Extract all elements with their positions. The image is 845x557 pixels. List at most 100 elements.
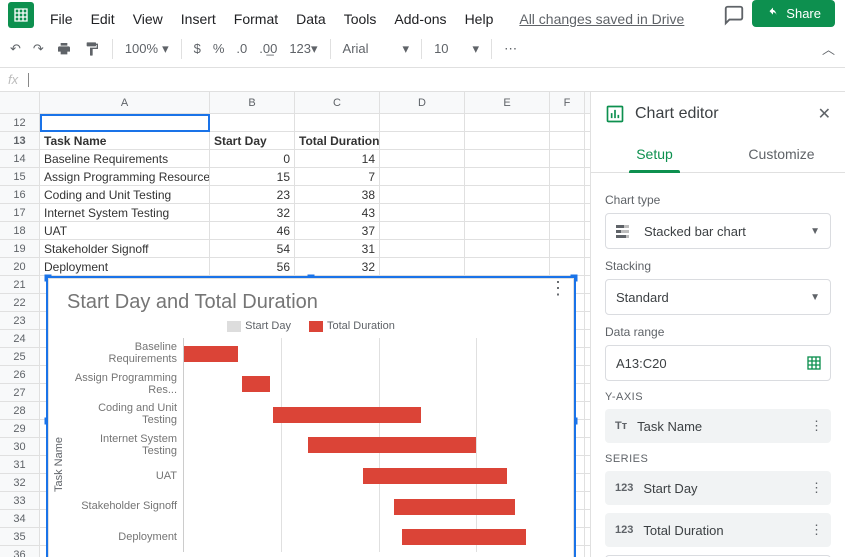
series-field-total-duration[interactable]: 123 Total Duration ⋮ [605,513,831,547]
cell-A17[interactable]: Internet System Testing [40,204,210,221]
cell-E12[interactable] [465,114,550,131]
cell-E16[interactable] [465,186,550,203]
cell-C16[interactable]: 38 [295,186,380,203]
cell-F20[interactable] [550,258,585,275]
cell-B13[interactable]: Start Day [210,132,295,149]
cell-C15[interactable]: 7 [295,168,380,185]
cell-D13[interactable] [380,132,465,149]
cell-C18[interactable]: 37 [295,222,380,239]
cell-C13[interactable]: Total Duration [295,132,380,149]
cell-F17[interactable] [550,204,585,221]
embedded-chart[interactable]: ⋮ Start Day and Total Duration Start Day… [48,278,574,557]
cell-C14[interactable]: 14 [295,150,380,167]
row-header-24[interactable]: 24 [0,330,40,347]
cell-E13[interactable] [465,132,550,149]
number-format-select[interactable]: 123▾ [289,41,317,57]
cell-A15[interactable]: Assign Programming Resources [40,168,210,185]
cell-F19[interactable] [550,240,585,257]
more-icon[interactable]: ⋮ [810,522,823,538]
col-header-e[interactable]: E [465,92,550,113]
row-header-29[interactable]: 29 [0,420,40,437]
row-header-22[interactable]: 22 [0,294,40,311]
cell-E18[interactable] [465,222,550,239]
row-header-26[interactable]: 26 [0,366,40,383]
cell-F15[interactable] [550,168,585,185]
cell-E20[interactable] [465,258,550,275]
row-header-17[interactable]: 17 [0,204,40,221]
share-button[interactable]: Share [752,0,835,27]
tab-customize[interactable]: Customize [718,136,845,172]
row-header-36[interactable]: 36 [0,546,40,557]
cell-D18[interactable] [380,222,465,239]
menu-data[interactable]: Data [296,11,326,27]
cell-A13[interactable]: Task Name [40,132,210,149]
comments-icon[interactable] [723,4,745,26]
col-header-f[interactable]: F [550,92,585,113]
cell-E15[interactable] [465,168,550,185]
paint-format-icon[interactable] [84,41,100,57]
select-all-corner[interactable] [0,92,40,113]
col-header-d[interactable]: D [380,92,465,113]
increase-decimal-icon[interactable]: .0̲0 [259,41,277,56]
font-select[interactable]: Arial▾ [343,41,410,57]
font-size-select[interactable]: 10▾ [434,41,479,57]
currency-icon[interactable]: $ [194,41,201,56]
cell-A12[interactable] [40,114,210,131]
close-icon[interactable]: ✕ [818,104,831,124]
cell-D17[interactable] [380,204,465,221]
select-range-icon[interactable] [806,355,822,371]
row-header-20[interactable]: 20 [0,258,40,275]
row-header-34[interactable]: 34 [0,510,40,527]
cell-E19[interactable] [465,240,550,257]
chart-menu-icon[interactable]: ⋮ [549,283,567,293]
undo-icon[interactable]: ↶ [10,41,21,57]
stacking-select[interactable]: Standard ▼ [605,279,831,315]
row-header-28[interactable]: 28 [0,402,40,419]
cell-F14[interactable] [550,150,585,167]
redo-icon[interactable]: ↷ [33,41,44,57]
spreadsheet[interactable]: A B C D E F 1213Task NameStart DayTotal … [0,92,590,557]
more-icon[interactable]: ⋮ [810,418,823,434]
menu-tools[interactable]: Tools [344,11,377,27]
cell-F18[interactable] [550,222,585,239]
formula-bar[interactable]: fx [0,68,845,92]
row-header-16[interactable]: 16 [0,186,40,203]
chart-type-select[interactable]: Stacked bar chart ▼ [605,213,831,249]
row-header-30[interactable]: 30 [0,438,40,455]
tab-setup[interactable]: Setup [591,136,718,172]
cell-D14[interactable] [380,150,465,167]
menu-help[interactable]: Help [465,11,494,27]
row-header-32[interactable]: 32 [0,474,40,491]
cell-B15[interactable]: 15 [210,168,295,185]
cell-D20[interactable] [380,258,465,275]
collapse-toolbar-icon[interactable]: ︿ [822,39,835,58]
col-header-b[interactable]: B [210,92,295,113]
cell-B20[interactable]: 56 [210,258,295,275]
zoom-select[interactable]: 100% ▾ [125,41,169,57]
cell-A16[interactable]: Coding and Unit Testing [40,186,210,203]
grid-area[interactable]: 1213Task NameStart DayTotal Duration14Ba… [0,114,590,557]
menu-insert[interactable]: Insert [181,11,216,27]
cell-B17[interactable]: 32 [210,204,295,221]
menu-edit[interactable]: Edit [91,11,115,27]
row-header-13[interactable]: 13 [0,132,40,149]
cell-B19[interactable]: 54 [210,240,295,257]
menu-view[interactable]: View [133,11,163,27]
row-header-35[interactable]: 35 [0,528,40,545]
cell-C17[interactable]: 43 [295,204,380,221]
row-header-12[interactable]: 12 [0,114,40,131]
yaxis-field[interactable]: Tт Task Name ⋮ [605,409,831,443]
row-header-18[interactable]: 18 [0,222,40,239]
cell-D15[interactable] [380,168,465,185]
percent-icon[interactable]: % [213,41,225,56]
cell-B14[interactable]: 0 [210,150,295,167]
menu-file[interactable]: File [50,11,73,27]
save-status[interactable]: All changes saved in Drive [519,11,684,27]
cell-C19[interactable]: 31 [295,240,380,257]
cell-A20[interactable]: Deployment [40,258,210,275]
cell-F12[interactable] [550,114,585,131]
row-header-19[interactable]: 19 [0,240,40,257]
row-header-23[interactable]: 23 [0,312,40,329]
cell-E17[interactable] [465,204,550,221]
col-header-a[interactable]: A [40,92,210,113]
